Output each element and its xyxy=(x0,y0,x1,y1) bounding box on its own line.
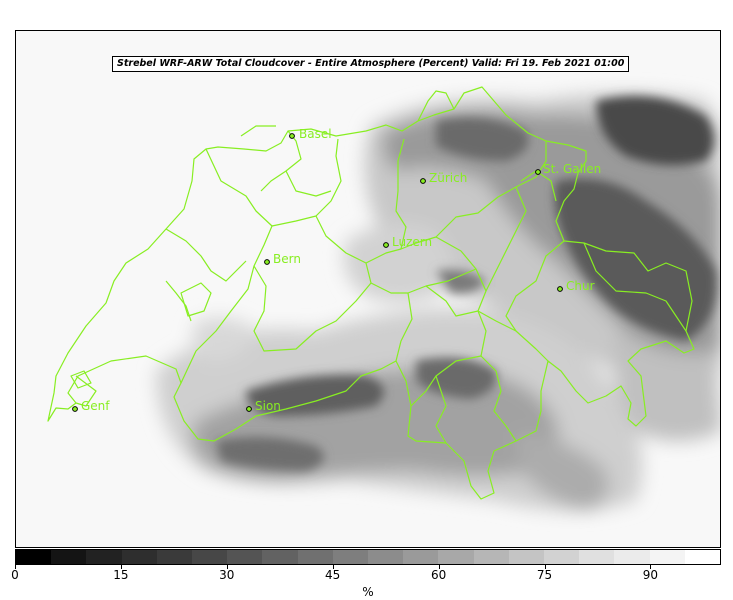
colorbar-segment xyxy=(579,550,615,564)
colorbar-segment xyxy=(368,550,404,564)
city-label-sion: Sion xyxy=(255,399,281,413)
colorbar-tick-label: 60 xyxy=(430,568,447,582)
colorbar-unit-label: % xyxy=(362,585,374,599)
city-label-bern: Bern xyxy=(273,252,301,266)
colorbar-segment xyxy=(403,550,439,564)
city-label-chur: Chur xyxy=(566,279,595,293)
city-label-zurich: Zürich xyxy=(429,171,467,185)
colorbar-tick-label: 90 xyxy=(642,568,659,582)
city-label-genf: Genf xyxy=(81,399,110,413)
colorbar-segment xyxy=(614,550,650,564)
colorbar-tick-label: 0 xyxy=(11,568,19,582)
colorbar-segment xyxy=(121,550,157,564)
colorbar-segment xyxy=(684,550,721,564)
colorbar-segment xyxy=(192,550,228,564)
colorbar-segment xyxy=(332,550,369,564)
colorbar-tick-label: 75 xyxy=(536,568,553,582)
colorbar-segment xyxy=(473,550,509,564)
city-label-luzern: Luzern xyxy=(392,235,432,249)
colorbar-segment xyxy=(438,550,474,564)
colorbar-tick-label: 45 xyxy=(325,568,341,582)
colorbar-segment xyxy=(649,550,685,564)
map-panel: Basel Zürich St. Gallen Bern Luzern Chur xyxy=(15,30,721,548)
colorbar-tick-label: 30 xyxy=(219,568,235,582)
colorbar-segment xyxy=(16,550,52,564)
colorbar-segment xyxy=(156,550,193,564)
map-title: Strebel WRF-ARW Total Cloudcover - Entir… xyxy=(112,56,630,72)
colorbar-segment xyxy=(262,550,298,564)
cloudcover-map: Basel Zürich St. Gallen Bern Luzern Chur xyxy=(16,31,720,547)
colorbar-segment xyxy=(297,550,333,564)
colorbar-tick-label: 15 xyxy=(113,568,129,582)
colorbar-segment xyxy=(86,550,122,564)
city-label-basel: Basel xyxy=(299,127,332,141)
colorbar-segment xyxy=(227,550,263,564)
colorbar-segment xyxy=(51,550,87,564)
city-st-gallen: St. Gallen xyxy=(535,162,601,176)
colorbar-segment xyxy=(508,550,545,564)
city-label-st-gallen: St. Gallen xyxy=(543,162,601,176)
colorbar-segment xyxy=(544,550,580,564)
colorbar xyxy=(15,549,721,565)
